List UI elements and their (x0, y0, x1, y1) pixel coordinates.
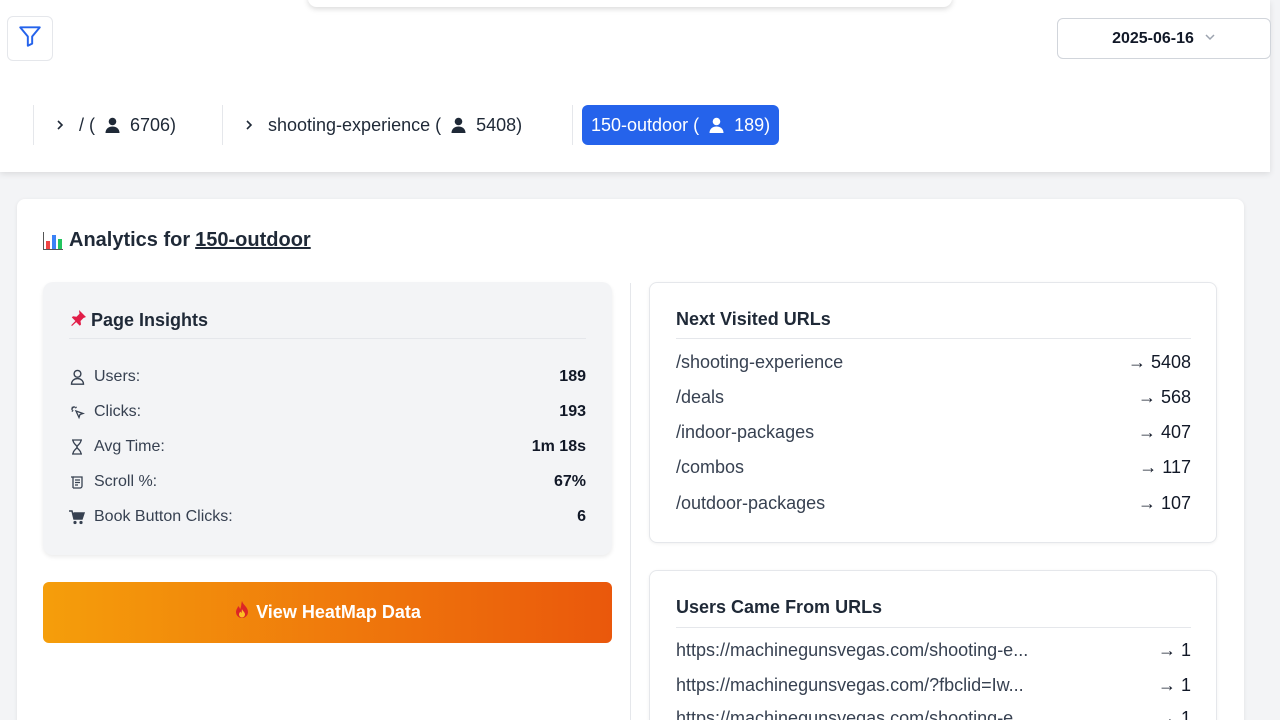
breadcrumb-label: / ( (79, 114, 95, 135)
breadcrumb-label: 150-outdoor ( (591, 114, 700, 135)
breadcrumb-count: 189 (734, 114, 765, 135)
stat-value: 1m 18s (531, 438, 586, 455)
stat-value: 193 (559, 403, 586, 420)
next-url-row[interactable]: /combos → 117 (676, 455, 1191, 479)
fire-icon (234, 601, 250, 624)
url-count: → 1 (1157, 707, 1191, 720)
stat-value: 6 (577, 508, 586, 525)
came-from-row[interactable]: https://machinegunsvegas.com/shooting-e.… (676, 638, 1191, 662)
breadcrumb-item-shooting-experience[interactable]: shooting-experience ( 5408 ) (242, 105, 522, 145)
url-label: https://machinegunsvegas.com/shooting-e.… (676, 707, 1029, 720)
stat-row-avg-time: Avg Time: 1m 18s (69, 436, 586, 458)
divider (676, 338, 1191, 339)
pushpin-icon (69, 309, 87, 332)
next-url-row[interactable]: /deals → 568 (676, 385, 1191, 409)
breadcrumb-paren: ) (170, 114, 177, 135)
url-count: → 117 (1139, 456, 1191, 477)
divider (676, 627, 1191, 628)
next-url-row[interactable]: /outdoor-packages → 107 (676, 491, 1191, 515)
stat-label: Book Button Clicks: (94, 508, 233, 525)
url-count: → 407 (1137, 421, 1191, 442)
url-label: /indoor-packages (676, 421, 815, 442)
breadcrumb-separator (222, 105, 223, 145)
url-label: /shooting-experience (676, 351, 844, 372)
breadcrumb-separator (572, 105, 573, 145)
next-url-row[interactable]: /shooting-experience → 5408 (676, 350, 1191, 374)
filter-icon (17, 23, 43, 54)
url-label: /combos (676, 456, 745, 477)
url-label: /deals (676, 386, 725, 407)
url-label: /outdoor-packages (676, 492, 826, 513)
date-select[interactable]: 2025-06-16 (1057, 18, 1271, 59)
stat-row-scroll: Scroll %: 67% (69, 471, 586, 493)
cart-icon (69, 509, 85, 525)
stat-label: Scroll %: (94, 473, 158, 490)
stat-value: 189 (559, 368, 586, 385)
stat-value: 67% (553, 473, 586, 490)
user-icon (709, 117, 724, 133)
scroll-icon (69, 475, 85, 490)
stat-row-clicks: Clicks: 193 (69, 401, 586, 423)
breadcrumb-separator (33, 105, 34, 145)
url-label: https://machinegunsvegas.com/?fbclid=Iw.… (676, 674, 1024, 695)
analytics-page-link[interactable]: 150-outdoor (195, 229, 311, 252)
next-url-row[interactable]: /indoor-packages → 407 (676, 420, 1191, 444)
user-icon (105, 117, 120, 133)
stat-row-users: Users: 189 (69, 366, 586, 388)
chevron-right-icon (242, 119, 256, 131)
page-insights-title: Page Insights (69, 309, 208, 332)
came-from-row[interactable]: https://machinegunsvegas.com/?fbclid=Iw.… (676, 673, 1191, 697)
breadcrumb-item-root[interactable]: / ( 6706 ) (53, 105, 176, 145)
view-heatmap-label: View HeatMap Data (256, 602, 421, 622)
came-from-title: Users Came From URLs (676, 597, 883, 617)
hourglass-icon (69, 439, 85, 455)
chevron-right-icon (53, 119, 67, 131)
breadcrumb-count: 6706 (130, 114, 171, 135)
analytics-title: Analytics for 150-outdoor (43, 229, 311, 252)
url-count: → 568 (1137, 386, 1191, 407)
url-count: → 5408 (1127, 351, 1191, 372)
came-from-row[interactable]: https://machinegunsvegas.com/shooting-e.… (676, 706, 1191, 720)
filter-button[interactable] (7, 16, 53, 61)
pointer-click-icon (69, 405, 85, 420)
user-icon (451, 117, 466, 133)
stat-row-book-clicks: Book Button Clicks: 6 (69, 506, 586, 528)
page-insights-label: Page Insights (91, 310, 209, 330)
next-visited-title: Next Visited URLs (676, 309, 831, 329)
url-label: https://machinegunsvegas.com/shooting-e.… (676, 639, 1029, 660)
user-icon (69, 369, 85, 385)
view-heatmap-button[interactable]: View HeatMap Data (43, 582, 612, 643)
breadcrumb-count: 5408 (476, 114, 517, 135)
bar-chart-icon (43, 231, 63, 250)
divider (69, 338, 586, 339)
analytics-title-prefix: Analytics for (69, 229, 191, 251)
chevron-down-icon (1204, 30, 1216, 48)
url-count: → 1 (1157, 639, 1191, 660)
url-count: → 107 (1137, 492, 1191, 513)
breadcrumb-paren: ) (764, 114, 771, 135)
date-value: 2025-06-16 (1112, 29, 1194, 47)
breadcrumb-paren: ) (516, 114, 523, 135)
dropdown-popover-edge (308, 0, 952, 7)
breadcrumb-label: shooting-experience ( (268, 114, 442, 135)
stat-label: Avg Time: (94, 438, 165, 455)
url-count: → 1 (1157, 674, 1191, 695)
stat-label: Users: (94, 368, 141, 385)
column-divider (630, 283, 631, 720)
stat-label: Clicks: (94, 403, 142, 420)
breadcrumb-item-150-outdoor[interactable]: 150-outdoor ( 189 ) (582, 105, 780, 145)
